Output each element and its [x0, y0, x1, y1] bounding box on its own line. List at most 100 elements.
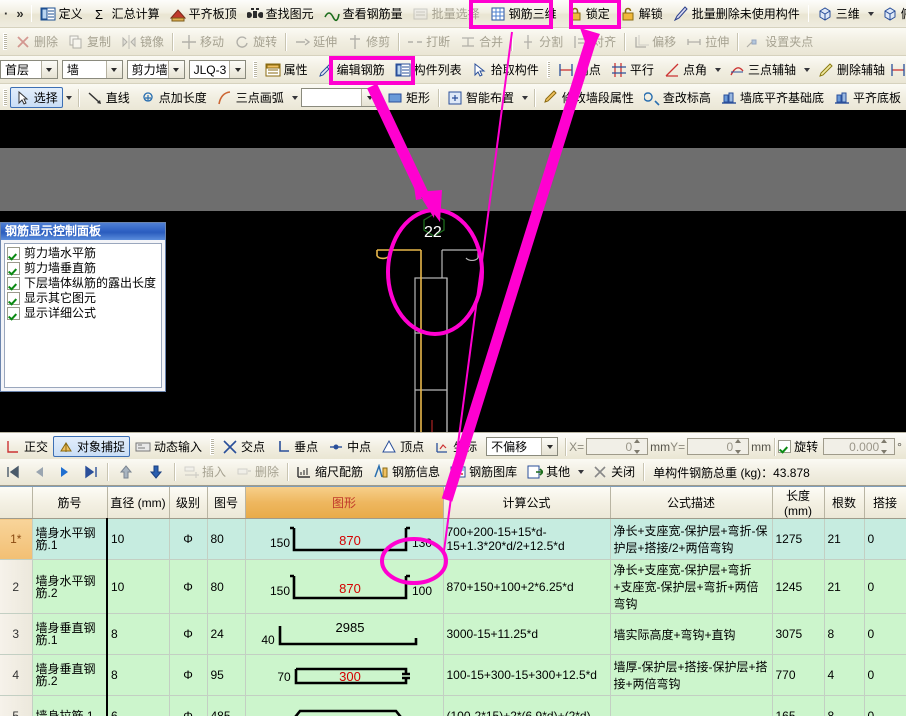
toolbar-button-midpoint-icon[interactable]: 中点 [323, 436, 376, 457]
cell-rebar-name[interactable]: 墙身拉筋.1 [32, 695, 108, 716]
toolbar-button-define-icon[interactable]: 定义 [35, 3, 88, 24]
cell-formula-desc[interactable]: 净长+支座宽-保护层+弯折-保护层+搭接/2+两倍弯钩 [610, 518, 773, 560]
cell-row-number[interactable]: 5 [0, 695, 33, 716]
cell-calc-formula[interactable]: (100-2*15)+2*(6.9*d)+(2*d) [443, 695, 611, 716]
next-record-icon[interactable] [57, 464, 73, 480]
member-select[interactable]: JLQ-3 [188, 60, 247, 79]
rebar-detail-table[interactable]: 筋号 直径 (mm) 级别 图号 图形 计算公式 公式描述 长度 (mm) 根数 搭接 1* 墙身水… [0, 486, 906, 716]
chevron-down-icon[interactable] [167, 61, 184, 78]
chevron-down-icon[interactable] [105, 61, 122, 78]
cell-diameter[interactable]: 10 [106, 559, 170, 614]
toolbar-button-align-slab-top-icon[interactable]: 平齐板顶 [165, 3, 242, 24]
panel-option-0[interactable]: 剪力墙水平筋 [7, 246, 161, 261]
toolbar-button-scale-rebar-icon[interactable]: 缩尺配筋 [291, 462, 368, 483]
table-row[interactable]: 2 墙身水平钢筋.2 10 Φ 80 150 870 100 870+150+100+2*6.2… [0, 559, 906, 614]
table-header-筋号[interactable]: 筋号 [32, 487, 108, 519]
toolbar-button-close-grid-icon[interactable]: 关闭 [587, 462, 640, 483]
table-header-搭接[interactable]: 搭接 [864, 487, 906, 519]
move-up-icon[interactable] [118, 464, 134, 480]
cell-diameter[interactable]: 10 [106, 518, 170, 560]
table-row[interactable]: 4 墙身垂直钢筋.2 8 Φ 95 70 300 100-15+300-15+300+12.5… [0, 654, 906, 696]
cell-row-number[interactable]: 1* [0, 518, 33, 560]
table-header-根数[interactable]: 根数 [824, 487, 865, 519]
cell-calc-formula[interactable]: 700+200-15+15*d-15+1.3*20*d/2+12.5*d [443, 518, 611, 560]
cell-length[interactable]: 3075 [772, 613, 825, 655]
panel-option-4[interactable]: 显示详细公式 [7, 306, 161, 321]
cell-formula-desc[interactable] [610, 695, 773, 716]
spinner-arrows-icon[interactable] [735, 439, 746, 454]
chevron-down-icon[interactable] [521, 95, 528, 100]
cell-diameter[interactable]: 6 [106, 695, 170, 716]
chevron-down-icon[interactable] [291, 95, 298, 100]
panel-option-3[interactable]: 显示其它图元 [7, 291, 161, 306]
chevron-down-icon[interactable] [40, 61, 57, 78]
table-row[interactable]: 3 墙身垂直钢筋.1 8 Φ 24 40 2985 3000-15+11.25*d 墙实际高度+… [0, 613, 906, 655]
toolbar-button-smart-layout-icon[interactable]: 智能布置 [442, 87, 519, 108]
toolbar-button-unlock-icon[interactable]: 解锁 [615, 3, 668, 24]
toolbar-button-two-point-icon[interactable]: 两点 [553, 59, 606, 80]
toolbar-button-point-length-icon[interactable]: 点加长度 [135, 87, 212, 108]
cell-rebar-name[interactable]: 墙身垂直钢筋.1 [32, 613, 108, 655]
draw-mode-select[interactable] [300, 88, 379, 107]
y-coordinate-input[interactable]: 0 [687, 438, 750, 455]
cell-row-number[interactable]: 4 [0, 654, 33, 696]
checkbox-icon[interactable] [7, 277, 20, 290]
floor-select[interactable]: 首层 [0, 60, 58, 79]
spinner-arrows-icon[interactable] [881, 439, 892, 454]
table-header-图形[interactable]: 图形 [245, 487, 444, 519]
toolbar-button-vertex-icon[interactable]: 顶点 [376, 436, 429, 457]
cell-grade[interactable]: Φ [169, 518, 208, 560]
checkbox-icon[interactable] [7, 292, 20, 305]
toolbar-button-rebar-library-icon[interactable]: 钢筋图库 [445, 462, 522, 483]
table-row[interactable]: 5墙身拉筋.16Φ48570(100-2*15)+2*(6.9*d)+(2*d)… [0, 695, 906, 716]
table-row[interactable]: 1* 墙身水平钢筋.1 10 Φ 80 150 870 130 700+200-15+15*d-… [0, 518, 906, 560]
table-header-长度 (mm)[interactable]: 长度 (mm) [772, 487, 825, 519]
chevron-down-icon[interactable] [65, 95, 72, 100]
toolbar-button-coordinate-icon[interactable]: 坐标 [429, 436, 482, 457]
cell-figure-number[interactable]: 95 [207, 654, 246, 696]
toolbar-button-dynamic-input-icon[interactable]: 动态输入 [130, 436, 207, 457]
table-header-直径 (mm)[interactable]: 直径 (mm) [107, 487, 170, 519]
cell-shape-figure[interactable]: 40 2985 [245, 613, 444, 655]
cell-shape-figure[interactable]: 150 870 130 [245, 518, 444, 560]
cell-formula-desc[interactable]: 墙实际高度+弯钩+直钩 [610, 613, 773, 655]
cell-diameter[interactable]: 8 [106, 613, 170, 655]
toolbar-button-check-elevation-icon[interactable]: 查改标高 [639, 87, 716, 108]
first-record-icon[interactable] [5, 464, 21, 480]
toolbar-button-view-rebar-qty-icon[interactable]: 查看钢筋量 [319, 3, 408, 24]
rotate-checkbox[interactable] [778, 440, 792, 453]
cell-grade[interactable]: Φ [169, 613, 208, 655]
toolbar-button-pick-member-icon[interactable]: 拾取构件 [467, 59, 544, 80]
table-header-公式描述[interactable]: 公式描述 [610, 487, 773, 519]
toolbar-button-sigma-icon[interactable]: Σ 汇总计算 [88, 3, 165, 24]
toolbar-button-delete-axis-icon[interactable]: 删除辅轴 [813, 59, 890, 80]
toolbar-button-properties-icon[interactable]: 属性 [260, 59, 313, 80]
toolbar-button-member-list-icon[interactable]: 构件列表 [390, 59, 467, 80]
spinner-arrows-icon[interactable] [634, 439, 645, 454]
toolbar-button-rebar-info-icon[interactable]: 钢筋信息 [368, 462, 445, 483]
rebar-display-control-panel[interactable]: 钢筋显示控制面板 剪力墙水平筋 剪力墙垂直筋 下层墙体纵筋的露出长度 显示其它图元 显示… [0, 222, 166, 392]
cell-lap[interactable]: 0 [864, 654, 906, 696]
cell-length[interactable]: 165 [772, 695, 825, 716]
cell-diameter[interactable]: 8 [106, 654, 170, 696]
table-header-图号[interactable]: 图号 [207, 487, 246, 519]
checkbox-icon[interactable] [7, 307, 20, 320]
rotate-input[interactable]: 0.000 [823, 438, 896, 455]
cell-rebar-name[interactable]: 墙身水平钢筋.2 [32, 559, 108, 614]
toolbar-button-intersection-icon[interactable]: 交点 [217, 436, 270, 457]
cell-figure-number[interactable]: 485 [207, 695, 246, 716]
cell-rebar-name[interactable]: 墙身垂直钢筋.2 [32, 654, 108, 696]
cell-length[interactable]: 1275 [772, 518, 825, 560]
prev-record-icon[interactable] [31, 464, 47, 480]
last-record-icon[interactable] [83, 464, 99, 480]
toolbar-button-edit-wall-seg-icon[interactable]: 修改墙段属性 [538, 87, 639, 108]
toolbar-button-three-point-axis-icon[interactable]: 三点辅轴 [724, 59, 801, 80]
toolbar-button-arc-icon[interactable]: 三点画弧 [212, 87, 289, 108]
cell-count[interactable]: 8 [824, 613, 865, 655]
panel-option-1[interactable]: 剪力墙垂直筋 [7, 261, 161, 276]
cell-shape-figure[interactable]: 70 [245, 695, 444, 716]
cell-grade[interactable]: Φ [169, 559, 208, 614]
toolbar-button-line-icon[interactable]: 直线 [82, 87, 135, 108]
cell-calc-formula[interactable]: 3000-15+11.25*d [443, 613, 611, 655]
cell-length[interactable]: 770 [772, 654, 825, 696]
